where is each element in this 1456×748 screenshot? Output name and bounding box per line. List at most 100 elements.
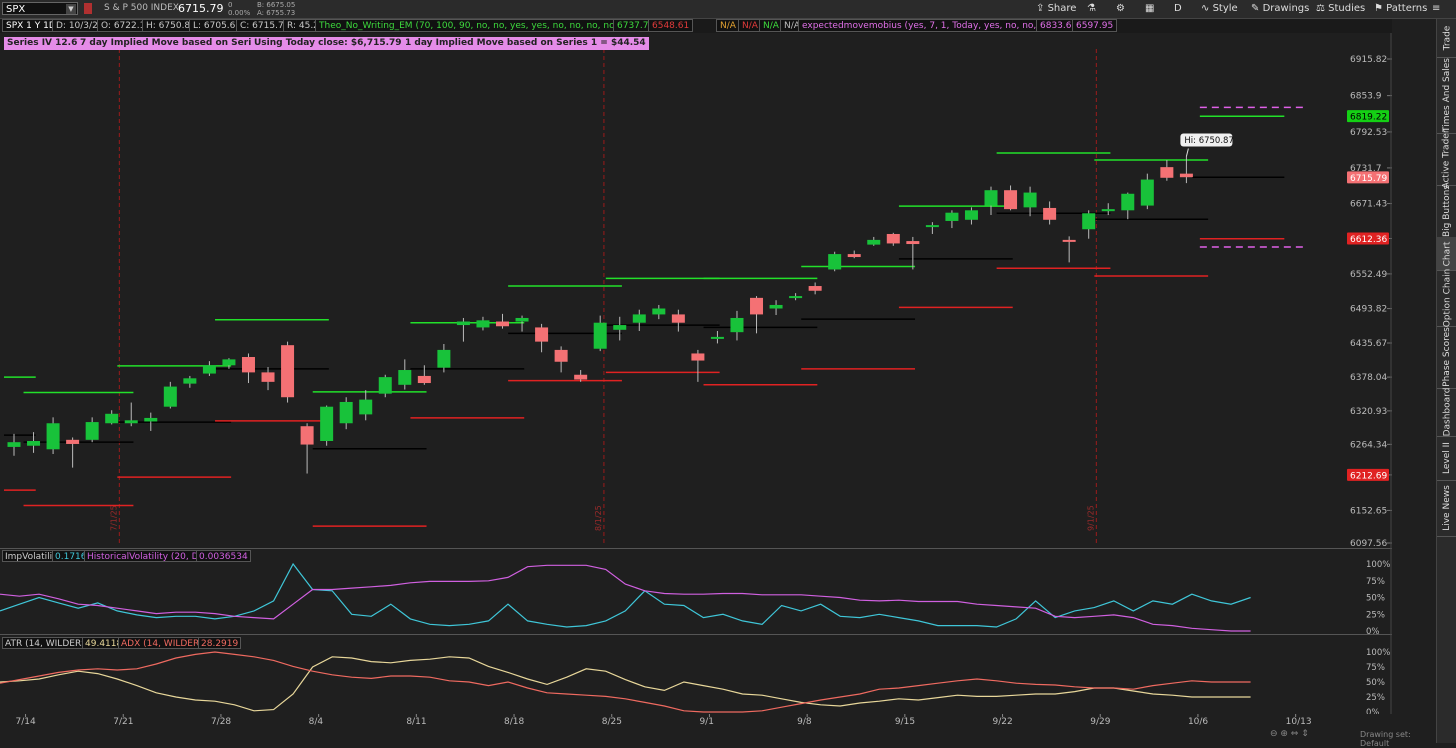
candle-down — [417, 375, 431, 384]
menu-button[interactable]: ≡ — [1432, 1, 1440, 17]
sidebar-tab-dashboard[interactable]: Dashboard — [1437, 388, 1456, 437]
date-axis: 7/14 7/21 7/28 8/4 8/11 8/18 8/25 9/1 9/8 9/15 9/2… — [0, 714, 1392, 728]
candle-up — [320, 406, 334, 442]
change-pct: 0.00% — [228, 9, 251, 17]
adx-value: 28.2919 — [198, 637, 242, 649]
patterns-button[interactable]: ⚑ Patterns — [1374, 1, 1427, 17]
chevron-down-icon[interactable]: ▼ — [66, 4, 76, 14]
candle-up — [867, 239, 881, 245]
timeframe-button[interactable]: D — [1174, 1, 1182, 17]
candle-up — [359, 399, 373, 415]
last-price: 6715.79 — [178, 2, 224, 15]
date-axis-label: 8/18 — [504, 717, 524, 727]
candle-up — [27, 441, 41, 446]
gear-icon: ⚙ — [1116, 3, 1125, 14]
sidebar-tab-label: Dashboard — [1442, 387, 1453, 437]
style-button[interactable]: ∿ Style — [1201, 1, 1238, 17]
candle-up — [984, 190, 998, 206]
sidebar-tab-phase-scores[interactable]: Phase Scores — [1437, 326, 1456, 389]
high-bubble-label: Hi: 6750.87 — [1184, 136, 1233, 146]
candle-up — [1082, 213, 1096, 230]
pane-axis-label: 100% — [1366, 560, 1390, 570]
date-axis-label: 9/15 — [895, 717, 915, 727]
date-axis-label: 9/8 — [797, 717, 812, 727]
candle-up — [964, 210, 978, 220]
price-chart[interactable]: 7/1/25 8/1/25 9/1/25 6915.82 6853.9 6792.53 67… — [0, 33, 1392, 548]
price-axis-label: 6671.43 — [1350, 200, 1387, 210]
sidebar-tab-active-trader[interactable]: Active Trader — [1437, 129, 1456, 189]
price-axis-label: 6792.53 — [1350, 128, 1387, 138]
sidebar-tab-times-and-sales[interactable]: Times And Sales — [1437, 57, 1456, 134]
price-axis-label: 6152.65 — [1350, 506, 1387, 516]
candle-down — [535, 327, 549, 342]
sidebar-tab-level-ii[interactable]: Level II — [1437, 436, 1456, 481]
bid-value: B: 6675.05 — [257, 1, 296, 9]
sidebar-tab-label: Trade — [1442, 25, 1453, 51]
candle-up — [7, 442, 21, 447]
date-axis-label: 7/21 — [113, 717, 133, 727]
date-axis-label: 9/1 — [699, 717, 713, 727]
candle-up — [593, 322, 607, 349]
candle-up — [46, 423, 60, 450]
drawings-button[interactable]: ✎ Drawings — [1251, 1, 1309, 17]
pane-axis-label: 25% — [1366, 693, 1385, 703]
symbol-value: SPX — [6, 4, 26, 15]
month-marker-label: 9/1/25 — [1086, 505, 1095, 531]
sidebar-tab-big-buttons[interactable]: Big Buttons — [1437, 185, 1456, 238]
date-axis-label: 8/11 — [406, 717, 426, 727]
candle-up — [378, 377, 392, 394]
price-axis-label: 6552.49 — [1350, 270, 1387, 280]
sidebar-tab-label: Times And Sales — [1442, 58, 1452, 132]
pencil-icon: ✎ — [1251, 3, 1263, 14]
candle-up — [1023, 192, 1037, 208]
date-axis-label: 9/22 — [993, 717, 1013, 727]
candle-down — [886, 233, 900, 244]
hv-value: 0.0036534 — [196, 550, 251, 562]
bid-ask-block: B: 6675.05 A: 6755.73 — [257, 1, 295, 17]
hamburger-icon: ≡ — [1432, 3, 1441, 14]
change-block: 0 0.00% — [228, 1, 250, 17]
candle-up — [1101, 209, 1115, 212]
candle-down — [66, 439, 80, 444]
candle-up — [632, 314, 646, 323]
grid-button[interactable]: ▦ — [1145, 1, 1154, 17]
candle-up — [710, 336, 724, 339]
studies-icon: ⚖ — [1316, 3, 1329, 14]
month-marker-label: 7/1/25 — [109, 505, 118, 531]
price-axis-label: 6097.56 — [1350, 539, 1387, 548]
drawing-set-label[interactable]: Drawing set: Default — [1360, 730, 1436, 748]
zoom-controls[interactable]: ⊖ ⊕ ⇔ ⇕ — [1270, 729, 1309, 739]
date-axis-label: 10/13 — [1286, 717, 1312, 727]
grid-icon: ▦ — [1145, 3, 1155, 14]
candle-up — [730, 317, 744, 333]
pane-axis-label: 50% — [1366, 678, 1385, 688]
candle-down — [261, 372, 275, 382]
candle-down — [1004, 190, 1018, 210]
candle-up — [1121, 193, 1135, 211]
candle-down — [241, 357, 255, 373]
theo-value-2: 6548.61 — [648, 19, 694, 32]
studies-button[interactable]: ⚖ Studies — [1316, 1, 1365, 17]
candle-down — [750, 297, 764, 315]
candle-down — [906, 241, 920, 245]
candle-down — [1062, 239, 1076, 242]
settings-button[interactable]: ⚙ — [1116, 1, 1125, 17]
sidebar-tab-label: Level II — [1442, 442, 1452, 474]
candle-up — [85, 422, 99, 440]
sidebar-tab-chart[interactable]: Chart — [1437, 237, 1456, 271]
share-button[interactable]: ⇪ Share — [1036, 1, 1076, 17]
candle-down — [847, 254, 861, 258]
sidebar-tab-label: Live News — [1442, 485, 1452, 531]
symbol-selector[interactable]: SPX ▼ — [2, 2, 78, 15]
candle-down — [1160, 167, 1174, 178]
sidebar-tab-trade[interactable]: Trade — [1437, 19, 1456, 58]
sidebar-tab-option-chain[interactable]: Option Chain — [1437, 269, 1456, 327]
flask-button[interactable]: ⚗ — [1087, 1, 1096, 17]
candle-down — [1179, 173, 1193, 178]
candle-down — [691, 353, 705, 361]
pane-axis-label: 0% — [1366, 627, 1380, 634]
candle-up — [945, 212, 959, 221]
price-axis-label: 6915.82 — [1350, 55, 1387, 65]
sidebar-tab-live-news[interactable]: Live News — [1437, 480, 1456, 537]
alert-icon[interactable] — [84, 3, 92, 14]
